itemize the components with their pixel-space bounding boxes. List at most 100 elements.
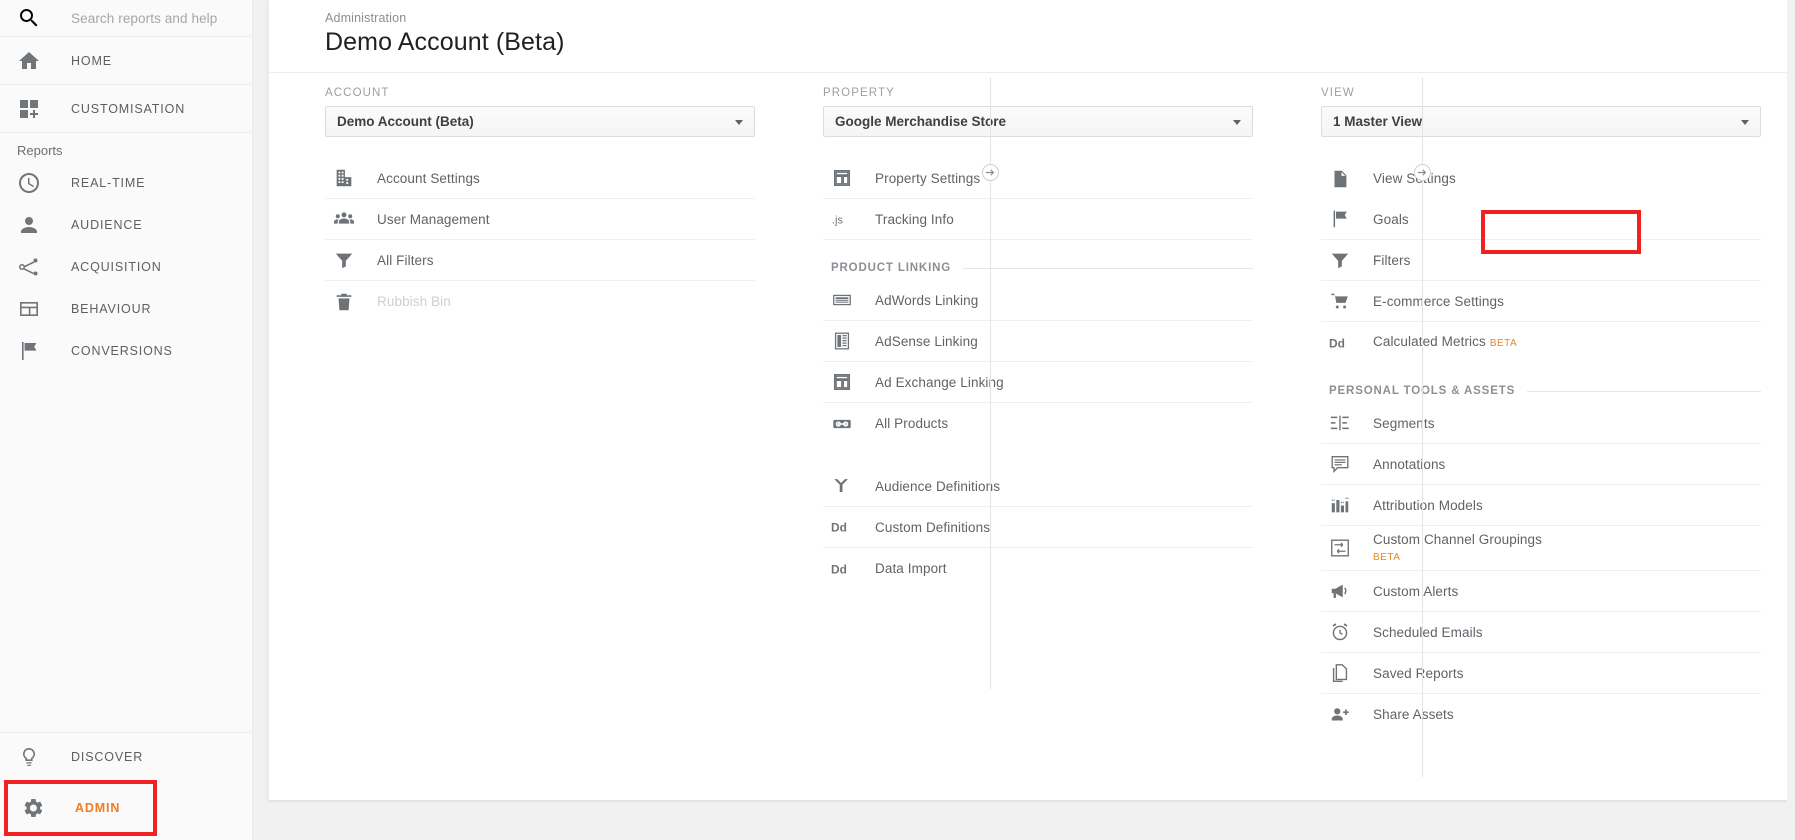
item-share-assets[interactable]: Share Assets (1321, 694, 1761, 735)
dd-icon: Dd (1329, 332, 1351, 354)
js-icon: .js (831, 208, 853, 230)
item-custom-channel-groupings[interactable]: Custom Channel Groupings BETA (1321, 526, 1761, 571)
sidebar-item-admin[interactable]: ADMIN (8, 784, 153, 832)
item-label: Data Import (875, 561, 947, 576)
item-all-filters[interactable]: All Filters (325, 240, 755, 281)
admin-highlight-box: ADMIN (4, 780, 157, 836)
building-icon (333, 167, 355, 189)
flag-icon (1329, 208, 1351, 230)
search-bar[interactable]: Search reports and help (0, 0, 252, 37)
search-icon (17, 6, 41, 30)
sidebar-item-label: BEHAVIOUR (71, 302, 152, 316)
chevron-down-icon (1233, 119, 1241, 125)
sidebar-item-customisation[interactable]: CUSTOMISATION (0, 85, 252, 133)
item-scheduled-emails[interactable]: Scheduled Emails (1321, 612, 1761, 653)
account-select-value: Demo Account (Beta) (337, 114, 474, 129)
product-linking-group-header: PRODUCT LINKING (823, 262, 1253, 274)
adsense-icon (831, 330, 853, 352)
link-icon (831, 413, 853, 435)
sidebar-item-behaviour[interactable]: BEHAVIOUR (0, 288, 252, 330)
item-label: Audience Definitions (875, 478, 1001, 494)
beta-badge: BETA (1373, 551, 1401, 563)
funnel-icon (1329, 249, 1351, 271)
page-scrollbar[interactable] (1787, 0, 1795, 840)
sidebar-item-acquisition[interactable]: ACQUISITION (0, 246, 252, 288)
audience-def-icon (831, 475, 853, 497)
clock-icon (17, 171, 41, 195)
account-column: ACCOUNT Demo Account (Beta) Account Sett… (325, 87, 755, 735)
sidebar-item-label: AUDIENCE (71, 218, 143, 232)
customisation-icon (17, 97, 41, 121)
property-select[interactable]: Google Merchandise Store (823, 106, 1253, 137)
item-label: Goals (1373, 211, 1409, 227)
svg-text:Dd: Dd (1329, 336, 1345, 350)
property-items: Property Settings .js Tracking Info PROD… (823, 158, 1253, 589)
annotation-icon (1329, 453, 1351, 475)
home-icon (17, 49, 41, 73)
sidebar-item-home[interactable]: HOME (0, 37, 252, 85)
item-saved-reports[interactable]: Saved Reports (1321, 653, 1761, 694)
item-custom-alerts[interactable]: Custom Alerts (1321, 571, 1761, 612)
view-column-heading: VIEW (1321, 87, 1355, 99)
item-data-import[interactable]: Dd Data Import (823, 548, 1253, 589)
item-audience-definitions[interactable]: Audience Definitions (823, 466, 1253, 507)
item-segments[interactable]: Segments (1321, 403, 1761, 444)
svg-text:Dd: Dd (831, 521, 847, 535)
account-select[interactable]: Demo Account (Beta) (325, 106, 755, 137)
item-property-settings[interactable]: Property Settings (823, 158, 1253, 199)
svg-text:.js: .js (832, 215, 844, 227)
sidebar-item-audience[interactable]: AUDIENCE (0, 204, 252, 246)
sidebar-item-conversions[interactable]: CONVERSIONS (0, 330, 252, 372)
megaphone-icon (1329, 580, 1351, 602)
dd-icon: Dd (831, 516, 853, 538)
item-adwords-linking[interactable]: AdWords Linking (823, 280, 1253, 321)
sidebar-bottom-group: DISCOVER ADMIN (0, 732, 253, 840)
sidebar-item-discover[interactable]: DISCOVER (0, 732, 253, 780)
item-label: All Filters (377, 252, 434, 268)
personal-tools-group-header: PERSONAL TOOLS & ASSETS (1321, 385, 1761, 397)
item-attribution-models[interactable]: Attribution Models (1321, 485, 1761, 526)
sidebar-section-reports: Reports (17, 143, 63, 158)
item-label: Filters (1373, 252, 1411, 268)
admin-columns: ACCOUNT Demo Account (Beta) Account Sett… (269, 73, 1788, 777)
item-label: Annotations (1373, 456, 1446, 472)
view-select-value: 1 Master View (1333, 114, 1423, 129)
item-label: Calculated Metrics BETA (1373, 334, 1518, 349)
copy-doc-icon (1329, 662, 1351, 684)
item-view-settings[interactable]: View Settings (1321, 158, 1761, 199)
item-filters[interactable]: Filters (1321, 240, 1761, 281)
chevron-down-icon (735, 119, 743, 125)
item-label: Custom Definitions (875, 519, 991, 535)
item-adsense-linking[interactable]: AdSense Linking (823, 321, 1253, 362)
flag-icon (17, 339, 41, 363)
funnel-icon (333, 249, 355, 271)
item-user-management[interactable]: User Management (325, 199, 755, 240)
page-title: Demo Account (Beta) (325, 28, 565, 56)
property-column-heading: PROPERTY (823, 87, 895, 99)
item-calculated-metrics[interactable]: Dd Calculated Metrics BETA (1321, 322, 1761, 363)
sidebar-item-label: ADMIN (75, 801, 121, 815)
page-header: Administration Demo Account (Beta) (269, 0, 1788, 73)
search-input[interactable]: Search reports and help (71, 11, 217, 26)
alarm-icon (1329, 621, 1351, 643)
item-tracking-info[interactable]: .js Tracking Info (823, 199, 1253, 240)
sidebar-item-real-time[interactable]: REAL-TIME (0, 162, 252, 204)
item-all-products[interactable]: All Products (823, 403, 1253, 444)
view-column: VIEW 1 Master View View Settings Goals F… (1321, 87, 1761, 735)
item-label: Account Settings (377, 170, 480, 186)
item-custom-definitions[interactable]: Dd Custom Definitions (823, 507, 1253, 548)
item-annotations[interactable]: Annotations (1321, 444, 1761, 485)
sidebar-item-label: REAL-TIME (71, 176, 146, 190)
item-label: Share Assets (1373, 707, 1454, 722)
item-ecommerce-settings[interactable]: E-commerce Settings (1321, 281, 1761, 322)
sidebar-item-label: HOME (71, 53, 112, 68)
account-to-property-arrow-icon (982, 164, 999, 181)
item-ad-exchange-linking[interactable]: Ad Exchange Linking (823, 362, 1253, 403)
property-to-view-arrow-icon (1414, 164, 1431, 181)
view-select[interactable]: 1 Master View (1321, 106, 1761, 137)
dd-icon: Dd (831, 558, 853, 580)
item-goals[interactable]: Goals (1321, 199, 1761, 240)
trash-icon (333, 291, 355, 313)
item-label: Custom Channel Groupings BETA (1373, 531, 1542, 566)
item-account-settings[interactable]: Account Settings (325, 158, 755, 199)
